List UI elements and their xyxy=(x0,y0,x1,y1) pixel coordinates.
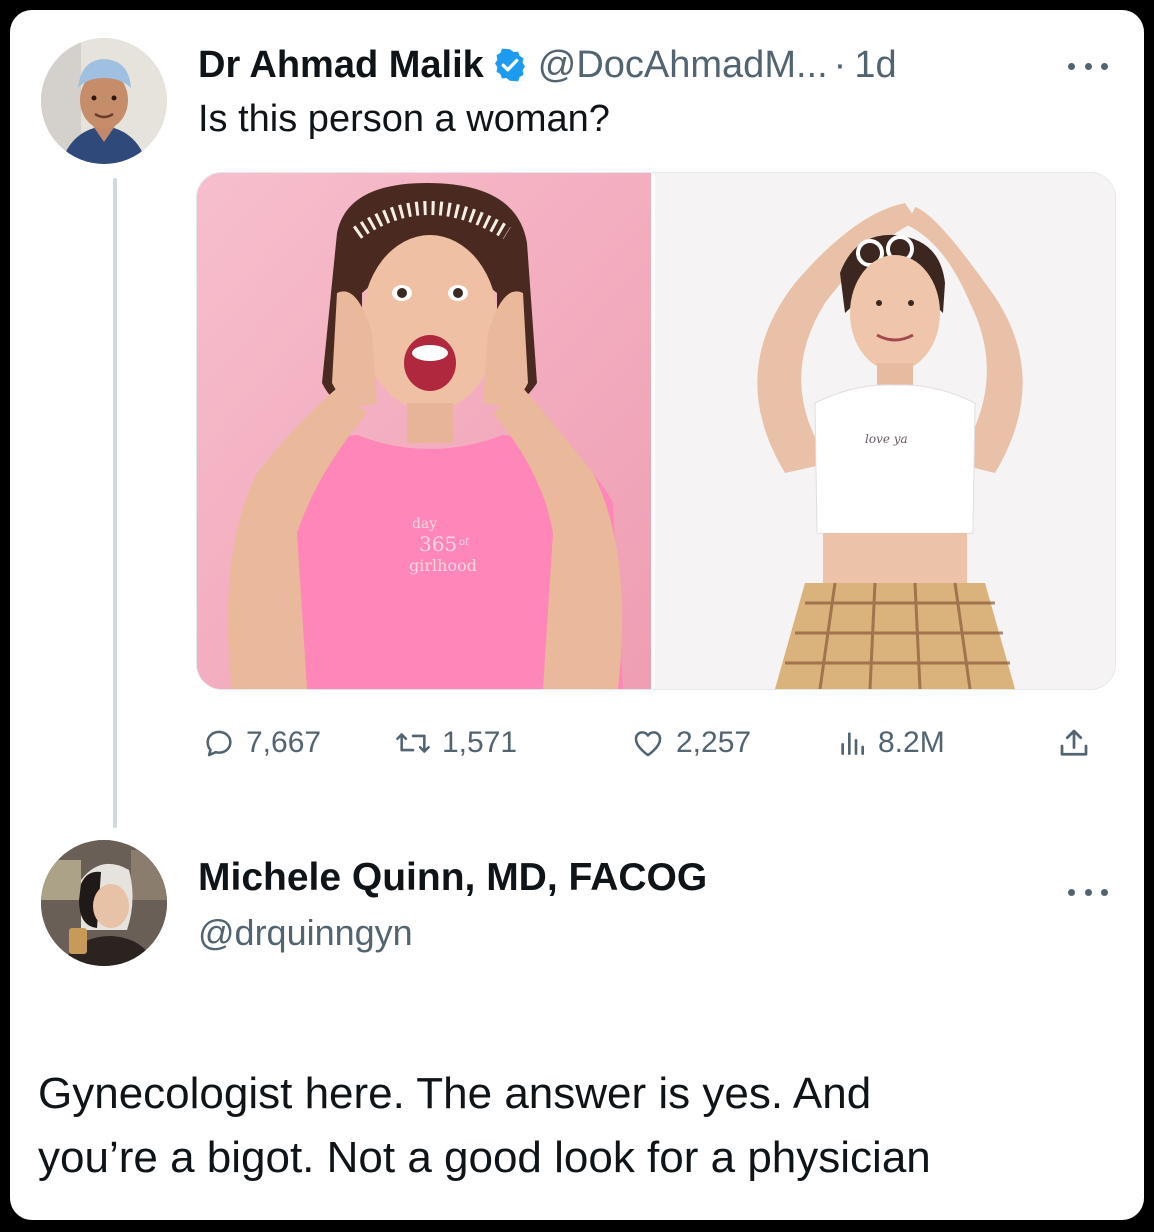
reply-text-line: Gynecologist here. The answer is yes. An… xyxy=(38,1069,872,1118)
retweet-count: 1,571 xyxy=(442,726,518,759)
reply-text-line: you’re a bigot. Not a good look for a ph… xyxy=(38,1133,931,1182)
shirt-text-girlhood: girlhood xyxy=(409,556,477,575)
like-icon xyxy=(634,731,662,757)
retweet-icon xyxy=(396,733,430,753)
author-handle[interactable]: @DocAhmadM... xyxy=(538,44,828,87)
thread-connector-line xyxy=(113,178,117,828)
author-avatar-photo xyxy=(41,38,167,164)
retweet-button[interactable]: 1,571 xyxy=(394,718,517,768)
shirt-text-love-ya: love ya xyxy=(865,432,908,446)
tweet-header: Dr Ahmad Malik @DocAhmadM... · 1d xyxy=(198,40,897,90)
views-button[interactable]: 8.2M xyxy=(836,718,945,768)
share-button[interactable] xyxy=(1056,718,1102,768)
shirt-text-365: 365 xyxy=(419,532,457,556)
photo-pink-shirt-person: day 365 of girlhood xyxy=(197,173,652,689)
reply-author-avatar[interactable] xyxy=(41,840,167,966)
reply-count: 7,667 xyxy=(246,726,322,759)
views-icon xyxy=(841,732,864,755)
reply-author-handle[interactable]: @drquinngyn xyxy=(198,912,413,954)
more-icon[interactable] xyxy=(1068,882,1108,902)
like-count: 2,257 xyxy=(676,726,752,759)
reply-icon xyxy=(206,730,232,757)
tweet-text: Is this person a woman? xyxy=(198,98,610,140)
reply-text: Gynecologist here. The answer is yes. An… xyxy=(38,1062,1118,1190)
views-count: 8.2M xyxy=(878,726,945,759)
tweet-timestamp[interactable]: 1d xyxy=(854,44,896,87)
header-separator: · xyxy=(833,43,847,86)
more-icon[interactable] xyxy=(1068,56,1108,76)
share-icon xyxy=(1060,729,1088,756)
shirt-text-of: of xyxy=(459,537,470,548)
reply-author-display-name[interactable]: Michele Quinn, MD, FACOG xyxy=(198,856,707,900)
tweet-photo-right[interactable]: love ya xyxy=(651,173,1115,689)
author-display-name[interactable]: Dr Ahmad Malik xyxy=(198,44,484,87)
tweet-action-bar: 7,667 1,571 2,257 8.2M xyxy=(196,718,1114,768)
shirt-text-day: day xyxy=(412,516,437,532)
tweet-photo-left[interactable]: day 365 of girlhood xyxy=(197,173,652,689)
author-avatar[interactable] xyxy=(41,38,167,164)
tweet-media-grid[interactable]: day 365 of girlhood love ya xyxy=(196,172,1116,690)
reply-author-avatar-photo xyxy=(41,840,167,966)
tweet-thread-card: Dr Ahmad Malik @DocAhmadM... · 1d Is thi… xyxy=(10,10,1144,1220)
photo-white-top-person: love ya xyxy=(655,173,1115,689)
like-button[interactable]: 2,257 xyxy=(630,718,751,768)
verified-badge-icon xyxy=(492,47,528,83)
reply-button[interactable]: 7,667 xyxy=(202,718,321,768)
